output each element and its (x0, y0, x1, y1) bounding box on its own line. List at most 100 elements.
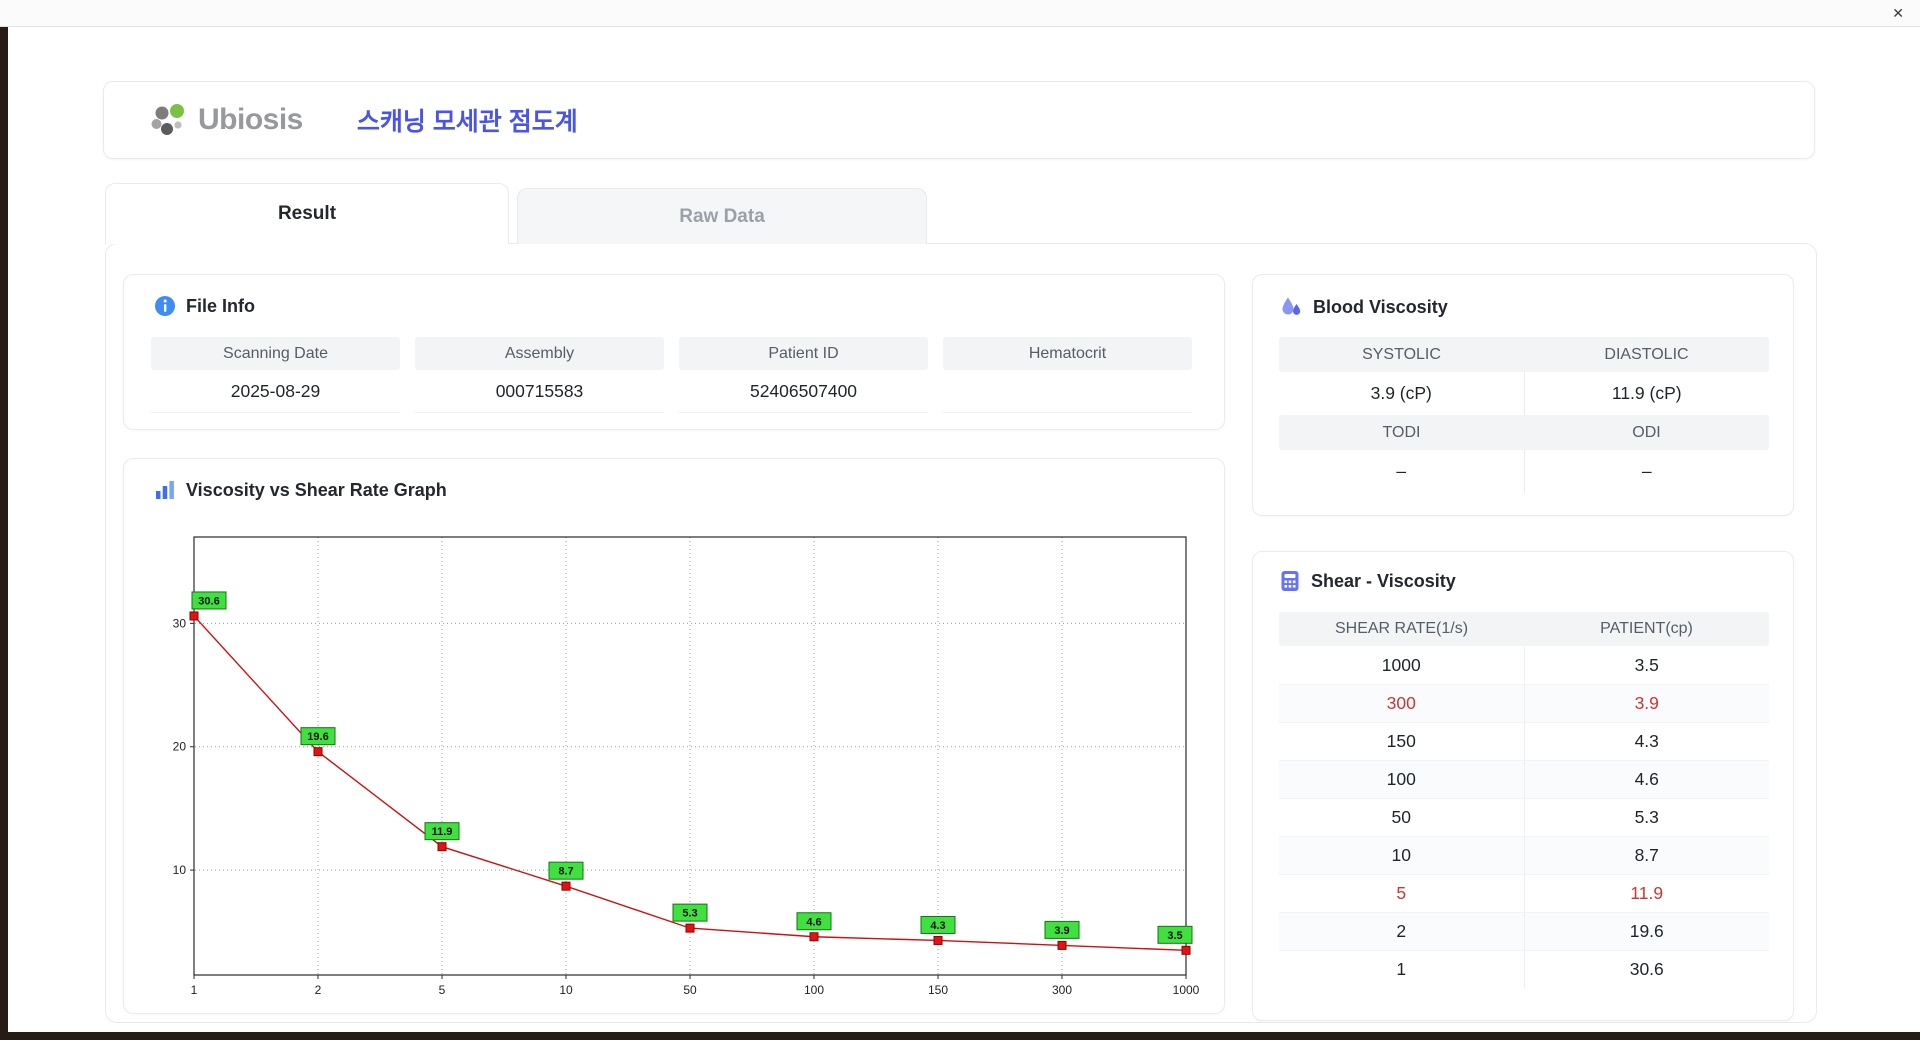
svg-text:11.9: 11.9 (432, 826, 453, 838)
viscosity-chart: 10 20 30 1 2 5 10 50 100 150 300 1000 30.6 19.6 11.9 8.… (173, 536, 1200, 997)
svg-text:10: 10 (173, 863, 187, 877)
svg-text:30.6: 30.6 (198, 595, 219, 607)
diastolic-header: DIASTOLIC (1524, 337, 1769, 372)
table-header-row: SHEAR RATE(1/s) PATIENT(cp) (1279, 612, 1769, 646)
app-title: 스캐닝 모세관 점도계 (356, 108, 578, 136)
calculator-icon (1281, 571, 1299, 591)
shear-rate-cell: 2 (1396, 921, 1407, 941)
patient-viscosity-cell: 8.7 (1523, 837, 1770, 874)
app-window: Ubiosis 스캐닝 모세관 점도계 Result Raw Data File… (8, 27, 1920, 1032)
tab-raw-data-label: Raw Data (679, 205, 765, 227)
app-header: Ubiosis 스캐닝 모세관 점도계 (103, 81, 1815, 159)
table-row: 1 30.6 (1279, 950, 1769, 988)
patient-viscosity-cell: 4.3 (1523, 723, 1770, 760)
field-patient-id: Patient ID 52406507400 (679, 337, 928, 413)
shear-rate-cell: 150 (1386, 731, 1416, 751)
shear-rate-cell: 1000 (1381, 654, 1421, 675)
svg-text:5.3: 5.3 (682, 908, 697, 920)
patient-viscosity-cell: 3.9 (1523, 685, 1770, 722)
blood-viscosity-table: SYSTOLIC DIASTOLIC 3.9 (cP) 11.9 (cP) TO… (1279, 337, 1769, 493)
patient-viscosity-cell: 30.6 (1523, 951, 1770, 988)
table-row: 50 5.3 (1279, 798, 1769, 836)
table-row: 2 19.6 (1279, 912, 1769, 950)
table-row: 100 4.6 (1279, 760, 1769, 798)
window-titlebar: ✕ (0, 0, 1920, 27)
shear-viscosity-table: SHEAR RATE(1/s) PATIENT(cp) 1000 3.5 300 3.… (1279, 612, 1769, 988)
tab-result-label: Result (277, 203, 337, 224)
svg-text:5: 5 (439, 983, 446, 997)
patient-viscosity-cell: 19.6 (1523, 913, 1770, 950)
svg-text:4.3: 4.3 (930, 920, 945, 932)
shear-rate-cell: 10 (1391, 845, 1411, 865)
shear-table-body: 1000 3.5 300 3.9 150 4.3 100 4.6 50 5.3 10 8.7 5 11.9… (1279, 646, 1769, 988)
blood-viscosity-card: Blood Viscosity SYSTOLIC DIASTOLIC 3.9 (… (1252, 274, 1794, 516)
odi-header: ODI (1524, 415, 1769, 450)
file-info-title: File Info (186, 295, 255, 316)
bar-chart-icon (156, 481, 174, 499)
ubiosis-logo: Ubiosis (150, 101, 303, 139)
graph-title: Viscosity vs Shear Rate Graph (186, 479, 447, 500)
diastolic-value: 11.9 (cP) (1523, 372, 1770, 415)
shear-rate-cell: 300 (1386, 693, 1416, 713)
svg-text:20: 20 (173, 740, 187, 754)
field-value (943, 370, 1192, 413)
shear-rate-cell: 1 (1396, 959, 1407, 979)
svg-text:150: 150 (928, 983, 948, 997)
svg-text:100: 100 (804, 983, 824, 997)
table-row: 5 11.9 (1279, 874, 1769, 912)
info-icon (155, 296, 175, 316)
table-row: 10 8.7 (1279, 836, 1769, 874)
content-panel: File Info Scanning Date 2025-08-29 Assem… (105, 243, 1817, 1023)
svg-text:30: 30 (173, 616, 187, 630)
shear-viscosity-title: Shear - Viscosity (1311, 570, 1456, 591)
table-row: 300 3.9 (1279, 684, 1769, 722)
shear-viscosity-card: Shear - Viscosity SHEAR RATE(1/s) PATIEN… (1252, 551, 1794, 1021)
svg-text:8.7: 8.7 (558, 866, 573, 878)
logo-text: Ubiosis (198, 103, 303, 136)
patient-viscosity-cell: 4.6 (1523, 761, 1770, 798)
field-label: Assembly (415, 337, 664, 370)
svg-text:3.9: 3.9 (1054, 925, 1069, 937)
field-label: Patient ID (679, 337, 928, 370)
svg-text:300: 300 (1052, 983, 1072, 997)
field-value: 2025-08-29 (151, 370, 400, 413)
field-scanning-date: Scanning Date 2025-08-29 (151, 337, 400, 413)
blood-drop-icon (1282, 297, 1301, 315)
systolic-header: SYSTOLIC (1279, 337, 1524, 372)
shear-rate-cell: 100 (1386, 769, 1416, 789)
field-value: 000715583 (415, 370, 664, 413)
field-assembly: Assembly 000715583 (415, 337, 664, 413)
svg-text:3.5: 3.5 (1167, 930, 1182, 942)
patient-viscosity-cell: 3.5 (1523, 646, 1770, 684)
field-value: 52406507400 (679, 370, 928, 413)
table-row: 3.9 (cP) 11.9 (cP) (1279, 372, 1769, 415)
table-row: 150 4.3 (1279, 722, 1769, 760)
svg-text:2: 2 (315, 983, 322, 997)
field-label: Hematocrit (943, 337, 1192, 370)
patient-viscosity-cell: 5.3 (1523, 799, 1770, 836)
svg-text:1: 1 (191, 983, 198, 997)
field-label: Scanning Date (151, 337, 400, 370)
ubiosis-logo-icon (151, 104, 184, 135)
tab-result[interactable]: Result (105, 183, 509, 244)
systolic-value: 3.9 (cP) (1370, 383, 1432, 403)
field-hematocrit: Hematocrit (943, 337, 1192, 413)
file-info-fields: Scanning Date 2025-08-29 Assembly 000715… (151, 337, 1192, 413)
viscosity-graph-card: Viscosity vs Shear Rate Graph 10 20 30 1 2 5 1… (123, 458, 1225, 1014)
svg-text:1000: 1000 (1173, 983, 1200, 997)
file-info-card: File Info Scanning Date 2025-08-29 Assem… (123, 274, 1225, 430)
svg-text:4.6: 4.6 (806, 916, 821, 928)
shear-rate-column-header: SHEAR RATE(1/s) (1334, 620, 1469, 637)
window-close-button[interactable]: ✕ (1892, 4, 1904, 22)
svg-text:10: 10 (559, 983, 573, 997)
patient-column-header: PATIENT(cp) (1600, 620, 1693, 637)
todi-value: – (1396, 461, 1407, 481)
tab-raw-data[interactable]: Raw Data (517, 188, 927, 244)
table-row: TODI ODI (1279, 415, 1769, 450)
shear-rate-cell: 5 (1396, 883, 1407, 903)
svg-text:50: 50 (683, 983, 697, 997)
table-row: 1000 3.5 (1279, 646, 1769, 684)
svg-text:19.6: 19.6 (307, 731, 328, 743)
table-row: SYSTOLIC DIASTOLIC (1279, 337, 1769, 372)
blood-viscosity-title: Blood Viscosity (1313, 296, 1448, 317)
